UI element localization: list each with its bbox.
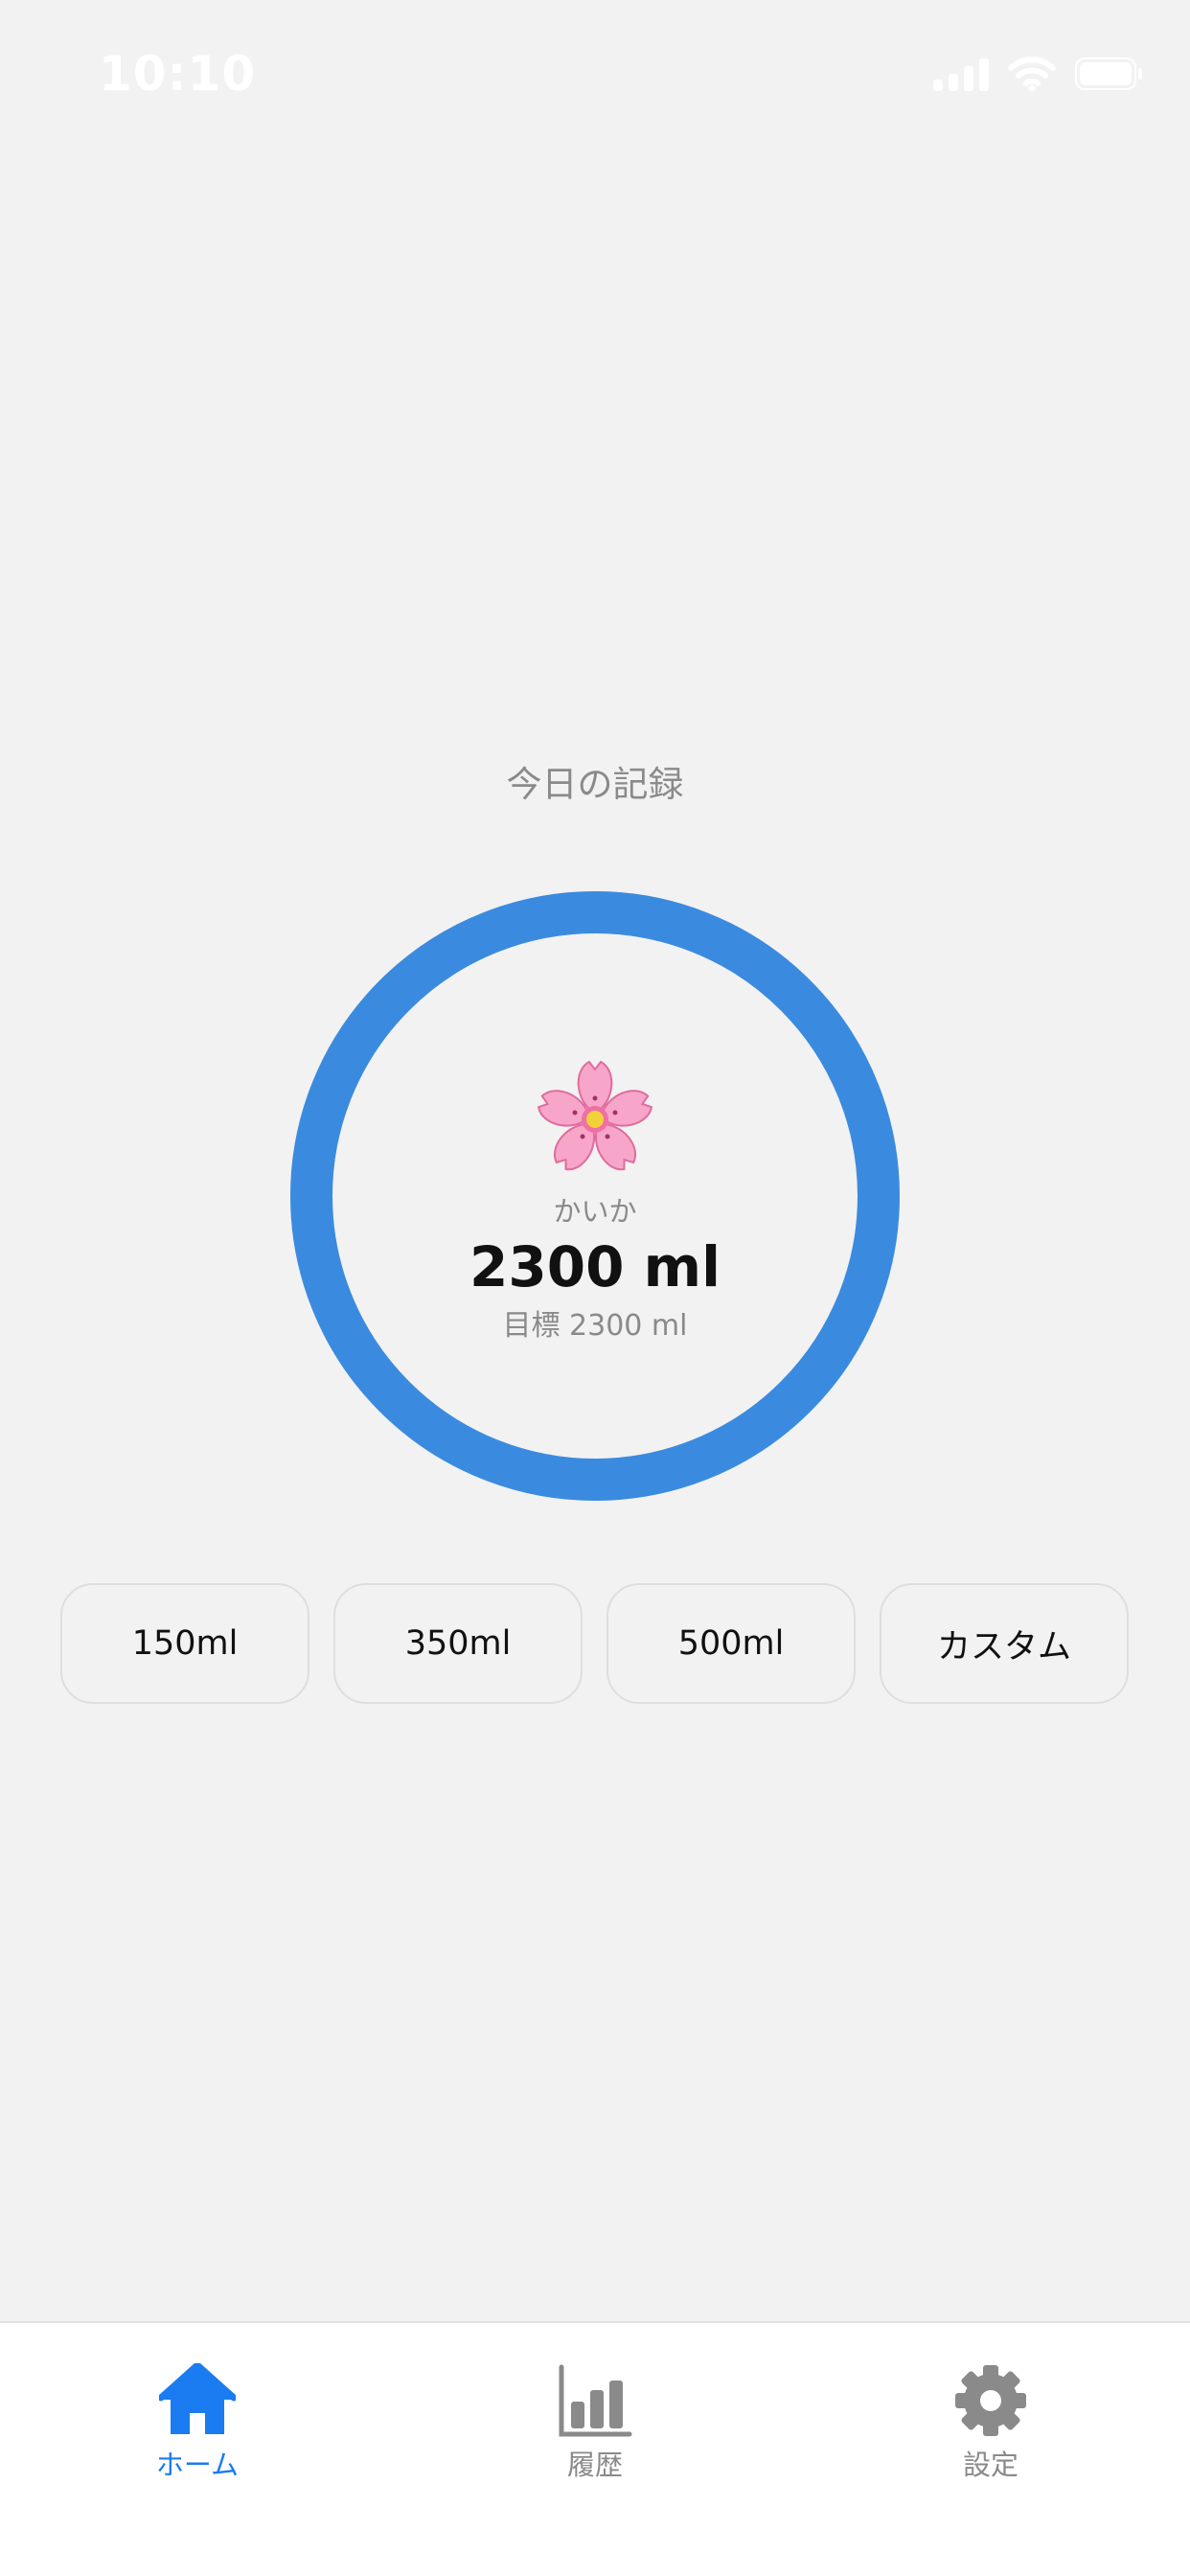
status-time: 10:10 <box>99 46 257 102</box>
tab-history-label: 履歴 <box>566 2449 623 2481</box>
cellular-signal-icon <box>933 57 989 91</box>
quick-add-custom-button[interactable]: カスタム <box>880 1583 1129 1704</box>
tab-settings-label: 設定 <box>962 2449 1018 2481</box>
ring-goal-label: 目標 2300 ml <box>502 1309 688 1343</box>
home-icon <box>157 2361 238 2438</box>
status-bar: 10:10 <box>0 0 1190 144</box>
battery-icon <box>1075 58 1144 90</box>
progress-ring-center: かいか 2300 ml 目標 2300 ml <box>288 889 902 1503</box>
tab-home-label: ホーム <box>155 2449 240 2481</box>
cherry-blossom-icon <box>533 1057 657 1182</box>
gear-icon <box>952 2363 1029 2438</box>
ring-name-label: かいか <box>553 1195 637 1228</box>
status-icons <box>933 56 1144 92</box>
wifi-icon <box>1008 56 1056 92</box>
bar-chart-icon <box>557 2363 633 2438</box>
quick-add-350-button[interactable]: 350ml <box>333 1583 583 1704</box>
quick-add-row: 150ml 350ml 500ml カスタム <box>60 1583 1130 1706</box>
section-title: 今日の記録 <box>506 764 684 805</box>
ring-amount-value: 2300 ml <box>469 1234 721 1300</box>
quick-add-500-button[interactable]: 500ml <box>606 1583 856 1704</box>
tab-home[interactable]: ホーム <box>102 2342 293 2481</box>
quick-add-150-button[interactable]: 150ml <box>60 1583 309 1704</box>
tab-bar: ホーム 履歴 設定 <box>0 2321 1190 2576</box>
tab-settings[interactable]: 設定 <box>895 2342 1087 2481</box>
tab-history[interactable]: 履歴 <box>499 2342 691 2481</box>
progress-ring: かいか 2300 ml 目標 2300 ml <box>288 889 902 1503</box>
